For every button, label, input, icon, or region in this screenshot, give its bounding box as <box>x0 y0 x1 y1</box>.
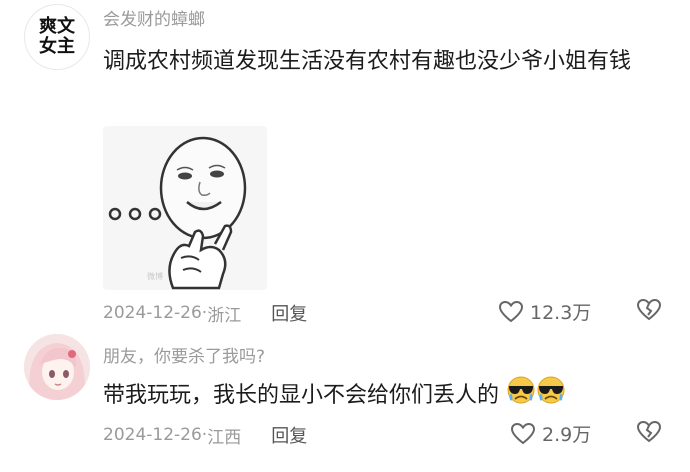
dislike-button[interactable] <box>636 420 662 448</box>
username[interactable]: 朋友，你要杀了我吗? <box>103 342 265 367</box>
comment-meta: 2024-12-26 · 浙江 回复 <box>103 300 307 326</box>
sunglasses-cry-emoji <box>506 374 536 418</box>
sunglasses-cry-emoji-icon <box>537 376 565 404</box>
like-count: 2.9万 <box>542 424 592 446</box>
like-button[interactable]: 2.9万 <box>510 420 591 447</box>
dislike-button[interactable] <box>636 298 662 326</box>
heart-icon <box>510 422 536 444</box>
sunglasses-cry-emoji-icon <box>507 376 535 404</box>
avatar[interactable] <box>24 334 90 400</box>
reply-button[interactable]: 回复 <box>271 422 307 448</box>
sticker-watermark: 微博 <box>147 272 163 281</box>
comment-location: 江西 <box>207 427 242 448</box>
avatar-text-line-1: 爽文 <box>39 16 75 37</box>
broken-heart-icon <box>636 298 662 321</box>
heart-icon <box>498 300 524 322</box>
avatar[interactable]: 爽文 女主 <box>24 4 90 70</box>
broken-heart-icon <box>636 420 662 443</box>
comment-text: 带我玩玩，我长的显小不会给你们丢人的 <box>103 383 500 408</box>
comment-text: 调成农村频道发现生活没有农村有趣也没少爷小姐有钱 <box>103 49 632 74</box>
like-button[interactable]: 12.3万 <box>498 298 591 325</box>
comment-meta: 2024-12-26 · 江西 回复 <box>103 422 307 448</box>
anime-girl-avatar <box>24 334 90 400</box>
meme-sticker[interactable]: 微博 <box>103 126 267 290</box>
reply-button[interactable]: 回复 <box>271 300 307 326</box>
like-count: 12.3万 <box>530 302 592 324</box>
comment-text-row: 带我玩玩，我长的显小不会给你们丢人的 <box>103 374 673 418</box>
avatar-text-line-2: 女主 <box>39 36 75 57</box>
comment-location: 浙江 <box>207 305 242 326</box>
meme-face-image <box>108 136 247 290</box>
sunglasses-cry-emoji <box>536 374 566 418</box>
comment-date: 2024-12-26 <box>103 303 202 323</box>
comment-date: 2024-12-26 <box>103 425 202 445</box>
username[interactable]: 会发财的蟑螂 <box>103 5 205 30</box>
